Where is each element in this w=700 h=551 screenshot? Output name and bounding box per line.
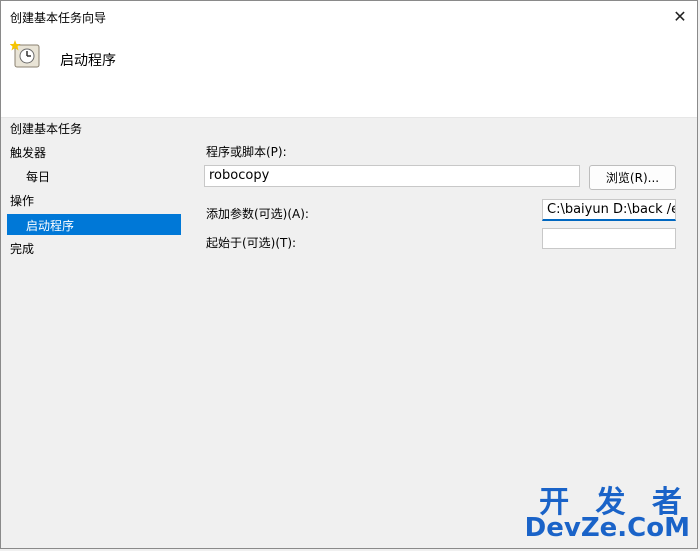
title-bar: 创建基本任务向导 ✕ — [1, 1, 697, 31]
start-in-label: 起始于(可选)(T): — [206, 236, 297, 250]
browse-button[interactable]: 浏览(R)... — [589, 165, 676, 190]
arguments-input[interactable]: C:\baiyun D:\back /e — [542, 199, 676, 221]
page-title: 启动程序 — [60, 53, 116, 69]
arguments-label: 添加参数(可选)(A): — [206, 207, 309, 221]
close-button[interactable]: ✕ — [669, 5, 691, 27]
watermark: 开 发 者 DevZe.CoM — [520, 477, 690, 547]
steps-panel: 创建基本任务 触发器 每日 操作 启动程序 完成 — [1, 118, 185, 548]
step-daily[interactable]: 每日 — [26, 168, 50, 185]
step-start-program[interactable]: 启动程序 — [7, 214, 181, 235]
watermark-bottom-text: DevZe.CoM — [524, 513, 690, 543]
step-create-basic-task[interactable]: 创建基本任务 — [10, 120, 82, 137]
step-action[interactable]: 操作 — [10, 192, 34, 209]
step-trigger[interactable]: 触发器 — [10, 144, 46, 161]
program-input[interactable]: robocopy — [204, 165, 580, 187]
program-label: 程序或脚本(P): — [206, 145, 287, 159]
step-finish[interactable]: 完成 — [10, 240, 34, 257]
start-in-input[interactable] — [542, 228, 676, 249]
task-wizard-icon — [10, 40, 40, 68]
wizard-window: 创建基本任务向导 ✕ 启动程序 创建基本任务 触发器 每日 操作 启动程序 完成… — [0, 0, 698, 549]
window-title: 创建基本任务向导 — [10, 11, 107, 25]
step-start-program-label: 启动程序 — [26, 219, 75, 233]
wizard-header: 启动程序 — [1, 31, 697, 118]
